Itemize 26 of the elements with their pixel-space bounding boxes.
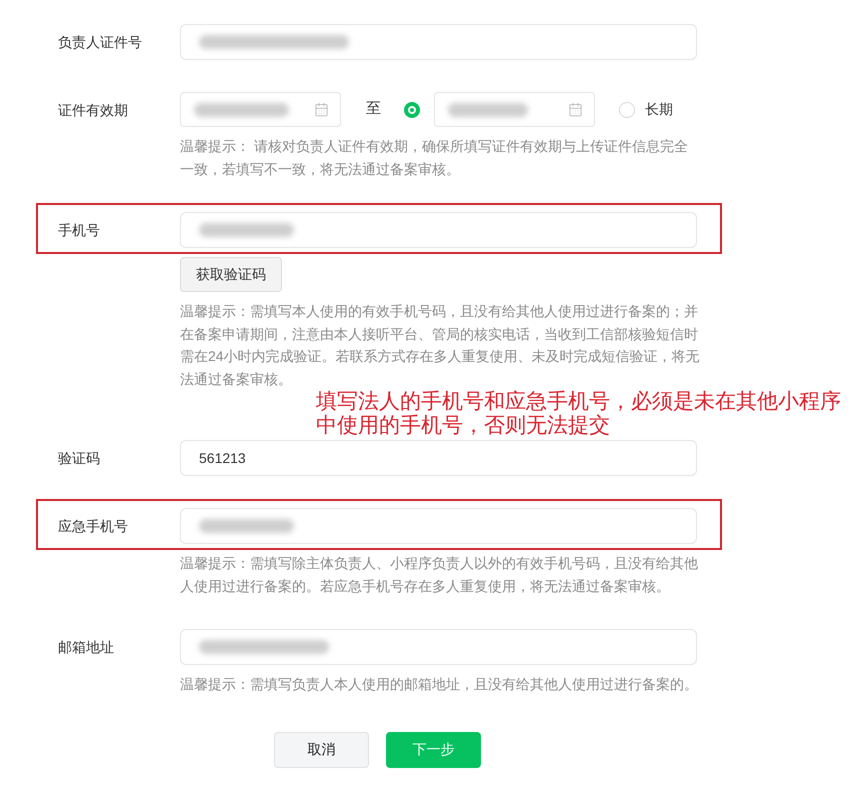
hint-text: 温馨提示：需填写本人使用的有效手机号码，且没有给其他人使用过进行备案的；并在备案申请期间，注意由本人接听平台、管局的核实电话，当收到工信部核验短信时需在24小时内完成验证。若联系方式存在多人重复使用、未及时完成短信验证，将无法通过备案审核。 [180, 302, 700, 388]
separator-text: 至 [366, 99, 381, 120]
field-label: 邮箱地址 [58, 638, 115, 657]
input-field[interactable] [180, 24, 697, 60]
field-label: 应急手机号 [58, 517, 129, 536]
input-field[interactable] [180, 629, 697, 665]
field-label: 证件有效期 [58, 100, 129, 120]
input-field[interactable] [180, 508, 697, 544]
hint-text: 温馨提示：需填写负责人本人使用的邮箱地址，且没有给其他人使用过进行备案的。 [180, 675, 699, 694]
date-field[interactable] [180, 92, 341, 127]
get-code-button[interactable]: 获取验证码 [180, 257, 282, 292]
option-label[interactable]: 长期 [645, 99, 673, 120]
hint-text: 温馨提示： 请核对负责人证件有效期，确保所填写证件有效期与上传证件信息完全一致，若填写不一致，将无法通过备案审核。 [180, 137, 689, 178]
input-field[interactable] [180, 212, 697, 248]
radio-button[interactable] [619, 102, 635, 118]
cancel-button[interactable]: 取消 [274, 732, 369, 768]
field-label: 负责人证件号 [58, 33, 143, 52]
field-label: 验证码 [58, 449, 101, 468]
hint-text: 温馨提示：需填写除主体负责人、小程序负责人以外的有效手机号码，且没有给其他人使用过进行备案的。若应急手机号存在多人重复使用，将无法通过备案审核。 [180, 554, 699, 596]
annotation-text: 填写法人的手机号和应急手机号，必须是未在其他小程序中使用的手机号，否则无法提交 [316, 390, 842, 438]
date-field[interactable] [434, 92, 595, 127]
field-label: 手机号 [58, 221, 101, 240]
input-field[interactable]: 561213 [180, 440, 697, 476]
radio-button[interactable] [404, 102, 420, 118]
calendar-icon [568, 102, 583, 117]
calendar-icon [314, 102, 329, 117]
